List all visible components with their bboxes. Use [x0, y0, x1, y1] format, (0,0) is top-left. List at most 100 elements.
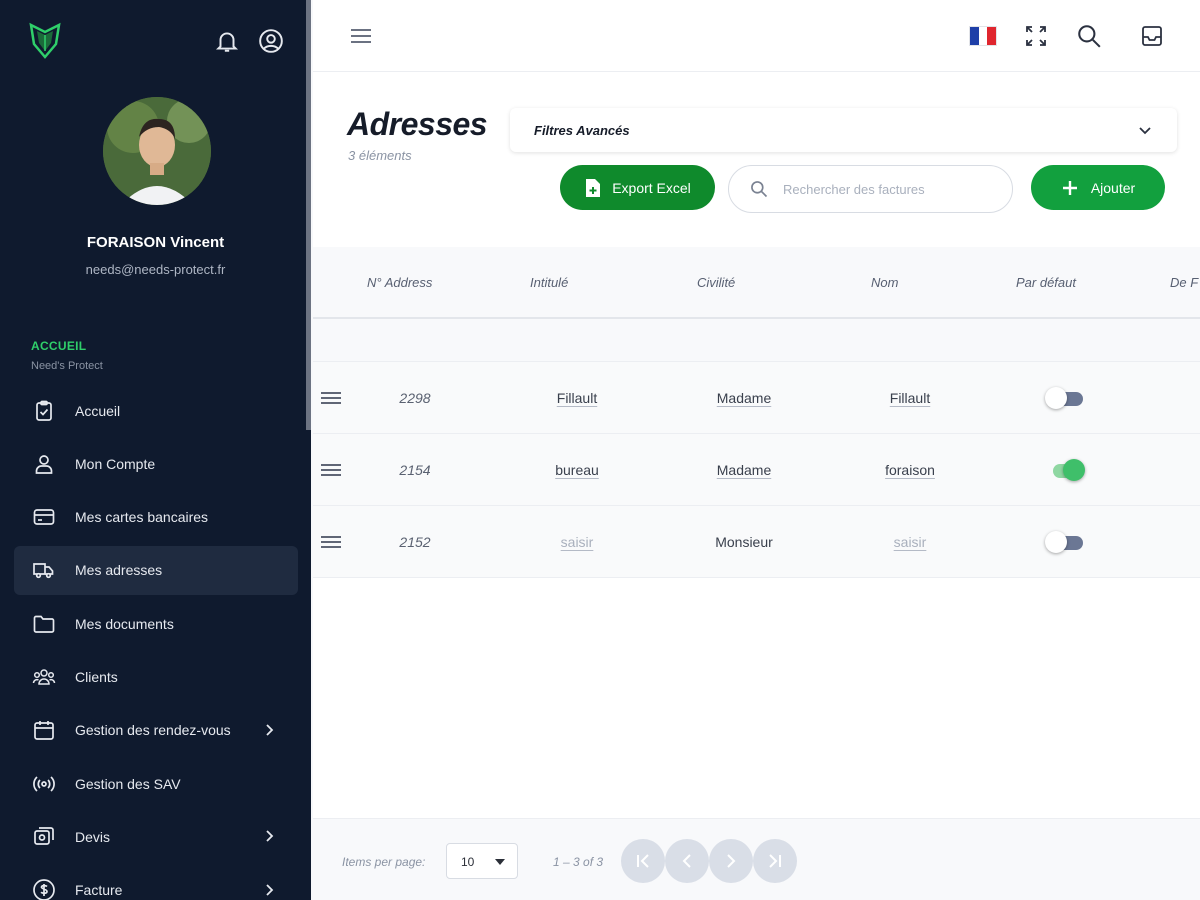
sidebar-item-label: Accueil [75, 402, 121, 419]
chevron-left-icon [682, 854, 691, 868]
cell-title[interactable]: saisir [561, 534, 594, 550]
default-toggle[interactable] [1045, 459, 1085, 481]
column-header-name[interactable]: Nom [871, 275, 898, 290]
logo-icon[interactable] [28, 22, 62, 60]
table-row[interactable]: 2152 saisir Monsieur saisir [313, 506, 1200, 578]
fullscreen-icon[interactable] [1024, 24, 1048, 48]
search-input[interactable] [783, 181, 993, 197]
chevron-right-icon [266, 884, 274, 896]
previous-page-button[interactable] [665, 839, 709, 883]
section-subtitle: Need's Protect [31, 360, 103, 372]
cell-number: 2154 [399, 462, 431, 478]
items-per-page-select[interactable]: 10 [446, 843, 518, 879]
user-email: needs@needs-protect.fr [85, 262, 226, 277]
cell-name[interactable]: Fillault [890, 390, 930, 406]
drag-handle-icon[interactable] [321, 534, 341, 550]
default-toggle[interactable] [1045, 387, 1085, 409]
dollar-icon [33, 879, 55, 900]
last-page-button[interactable] [753, 839, 797, 883]
users-group-icon [32, 669, 56, 685]
advanced-filters-label: Filtres Avancés [534, 122, 630, 138]
cell-title[interactable]: bureau [555, 462, 599, 478]
sidebar-item-adresses[interactable]: Mes adresses [14, 545, 298, 595]
file-plus-icon [586, 178, 601, 197]
sidebar-item-documents[interactable]: Mes documents [14, 599, 298, 648]
cell-civility[interactable]: Madame [717, 390, 771, 406]
sidebar-item-label: Mes adresses [75, 562, 163, 579]
add-button[interactable]: Ajouter [1031, 165, 1165, 210]
column-header-partial[interactable]: De F [1170, 275, 1198, 290]
next-page-button[interactable] [709, 839, 753, 883]
sidebar: FORAISON Vincent needs@needs-protect.fr … [0, 0, 311, 900]
sidebar-item-label: Gestion des SAV [75, 775, 181, 792]
sidebar-item-mon-compte[interactable]: Mon Compte [14, 439, 298, 488]
table-header: N° Address Intitulé Civilité Nom Par déf… [313, 247, 1200, 319]
french-flag-icon[interactable] [969, 26, 997, 46]
chevron-right-icon [727, 854, 736, 868]
sidebar-item-label: Clients [75, 668, 118, 685]
user-circle-icon[interactable] [258, 28, 284, 54]
export-excel-label: Export Excel [612, 179, 691, 196]
cell-name[interactable]: saisir [894, 534, 927, 550]
calendar-icon [34, 721, 54, 741]
avatar[interactable] [103, 97, 211, 205]
first-page-button[interactable] [621, 839, 665, 883]
credit-card-icon [33, 509, 55, 525]
dropdown-caret-icon [495, 859, 505, 865]
pagination-bar: Items per page: 10 1 – 3 of 3 [313, 818, 1200, 900]
column-header-title[interactable]: Intitulé [530, 275, 568, 290]
cell-civility: Monsieur [715, 534, 773, 550]
sidebar-item-cartes-bancaires[interactable]: Mes cartes bancaires [14, 493, 298, 542]
top-bar [313, 0, 1200, 72]
user-name: FORAISON Vincent [86, 234, 225, 251]
sidebar-item-clients[interactable]: Clients [14, 652, 298, 701]
chevron-right-icon [266, 724, 274, 736]
hamburger-menu-icon[interactable] [348, 24, 374, 48]
sidebar-item-accueil[interactable]: Accueil [14, 386, 298, 435]
chevron-down-icon [1139, 127, 1151, 135]
cell-civility[interactable]: Madame [717, 462, 771, 478]
sidebar-item-label: Facture [75, 882, 123, 899]
invoice-search-box[interactable] [728, 165, 1013, 213]
items-per-page-value: 10 [461, 855, 475, 869]
column-header-default[interactable]: Par défaut [1016, 275, 1076, 290]
sidebar-item-facture[interactable]: Facture [14, 866, 298, 900]
main-content: Adresses 3 éléments Filtres Avancés Expo… [313, 0, 1200, 900]
last-page-icon [769, 854, 781, 868]
cell-title[interactable]: Fillault [557, 390, 597, 406]
broadcast-icon [33, 775, 55, 792]
sidebar-item-devis[interactable]: Devis [14, 812, 298, 861]
user-icon [35, 454, 53, 474]
sidebar-item-label: Mon Compte [75, 455, 156, 472]
drag-handle-icon[interactable] [321, 390, 341, 406]
table-row[interactable]: 2154 bureau Madame foraison [313, 434, 1200, 506]
sidebar-item-label: Mes documents [75, 615, 174, 632]
drag-handle-icon[interactable] [321, 462, 341, 478]
element-count: 3 éléments [348, 148, 412, 163]
default-toggle[interactable] [1045, 531, 1085, 553]
export-excel-button[interactable]: Export Excel [560, 165, 715, 210]
search-icon[interactable] [1076, 23, 1102, 49]
documents-icon [34, 827, 54, 845]
table-row[interactable]: 2298 Fillault Madame Fillault [313, 362, 1200, 434]
sidebar-scrollbar[interactable] [306, 0, 311, 430]
cell-number: 2298 [399, 390, 431, 406]
sidebar-item-label: Mes cartes bancaires [75, 509, 209, 526]
cell-name[interactable]: foraison [885, 462, 935, 478]
column-header-civility[interactable]: Civilité [697, 275, 735, 290]
sidebar-item-label: Gestion des rendez-vous [75, 722, 231, 739]
sidebar-item-sav[interactable]: Gestion des SAV [14, 759, 298, 808]
search-icon [751, 181, 768, 198]
sidebar-item-rendez-vous[interactable]: Gestion des rendez-vous [14, 706, 298, 755]
chevron-right-icon [266, 830, 274, 843]
sidebar-menu: Accueil Mon Compte Mes cartes bancaires … [14, 386, 298, 900]
sidebar-top-bar [28, 22, 283, 62]
clipboard-check-icon [36, 400, 52, 421]
add-button-label: Ajouter [1090, 179, 1136, 196]
notification-bell-icon[interactable] [214, 28, 240, 54]
column-header-number[interactable]: N° Address [367, 275, 432, 290]
pagination-range: 1 – 3 of 3 [553, 855, 604, 869]
folder-icon [33, 615, 55, 633]
inbox-icon[interactable] [1140, 24, 1164, 48]
advanced-filters-dropdown[interactable]: Filtres Avancés [510, 108, 1177, 152]
